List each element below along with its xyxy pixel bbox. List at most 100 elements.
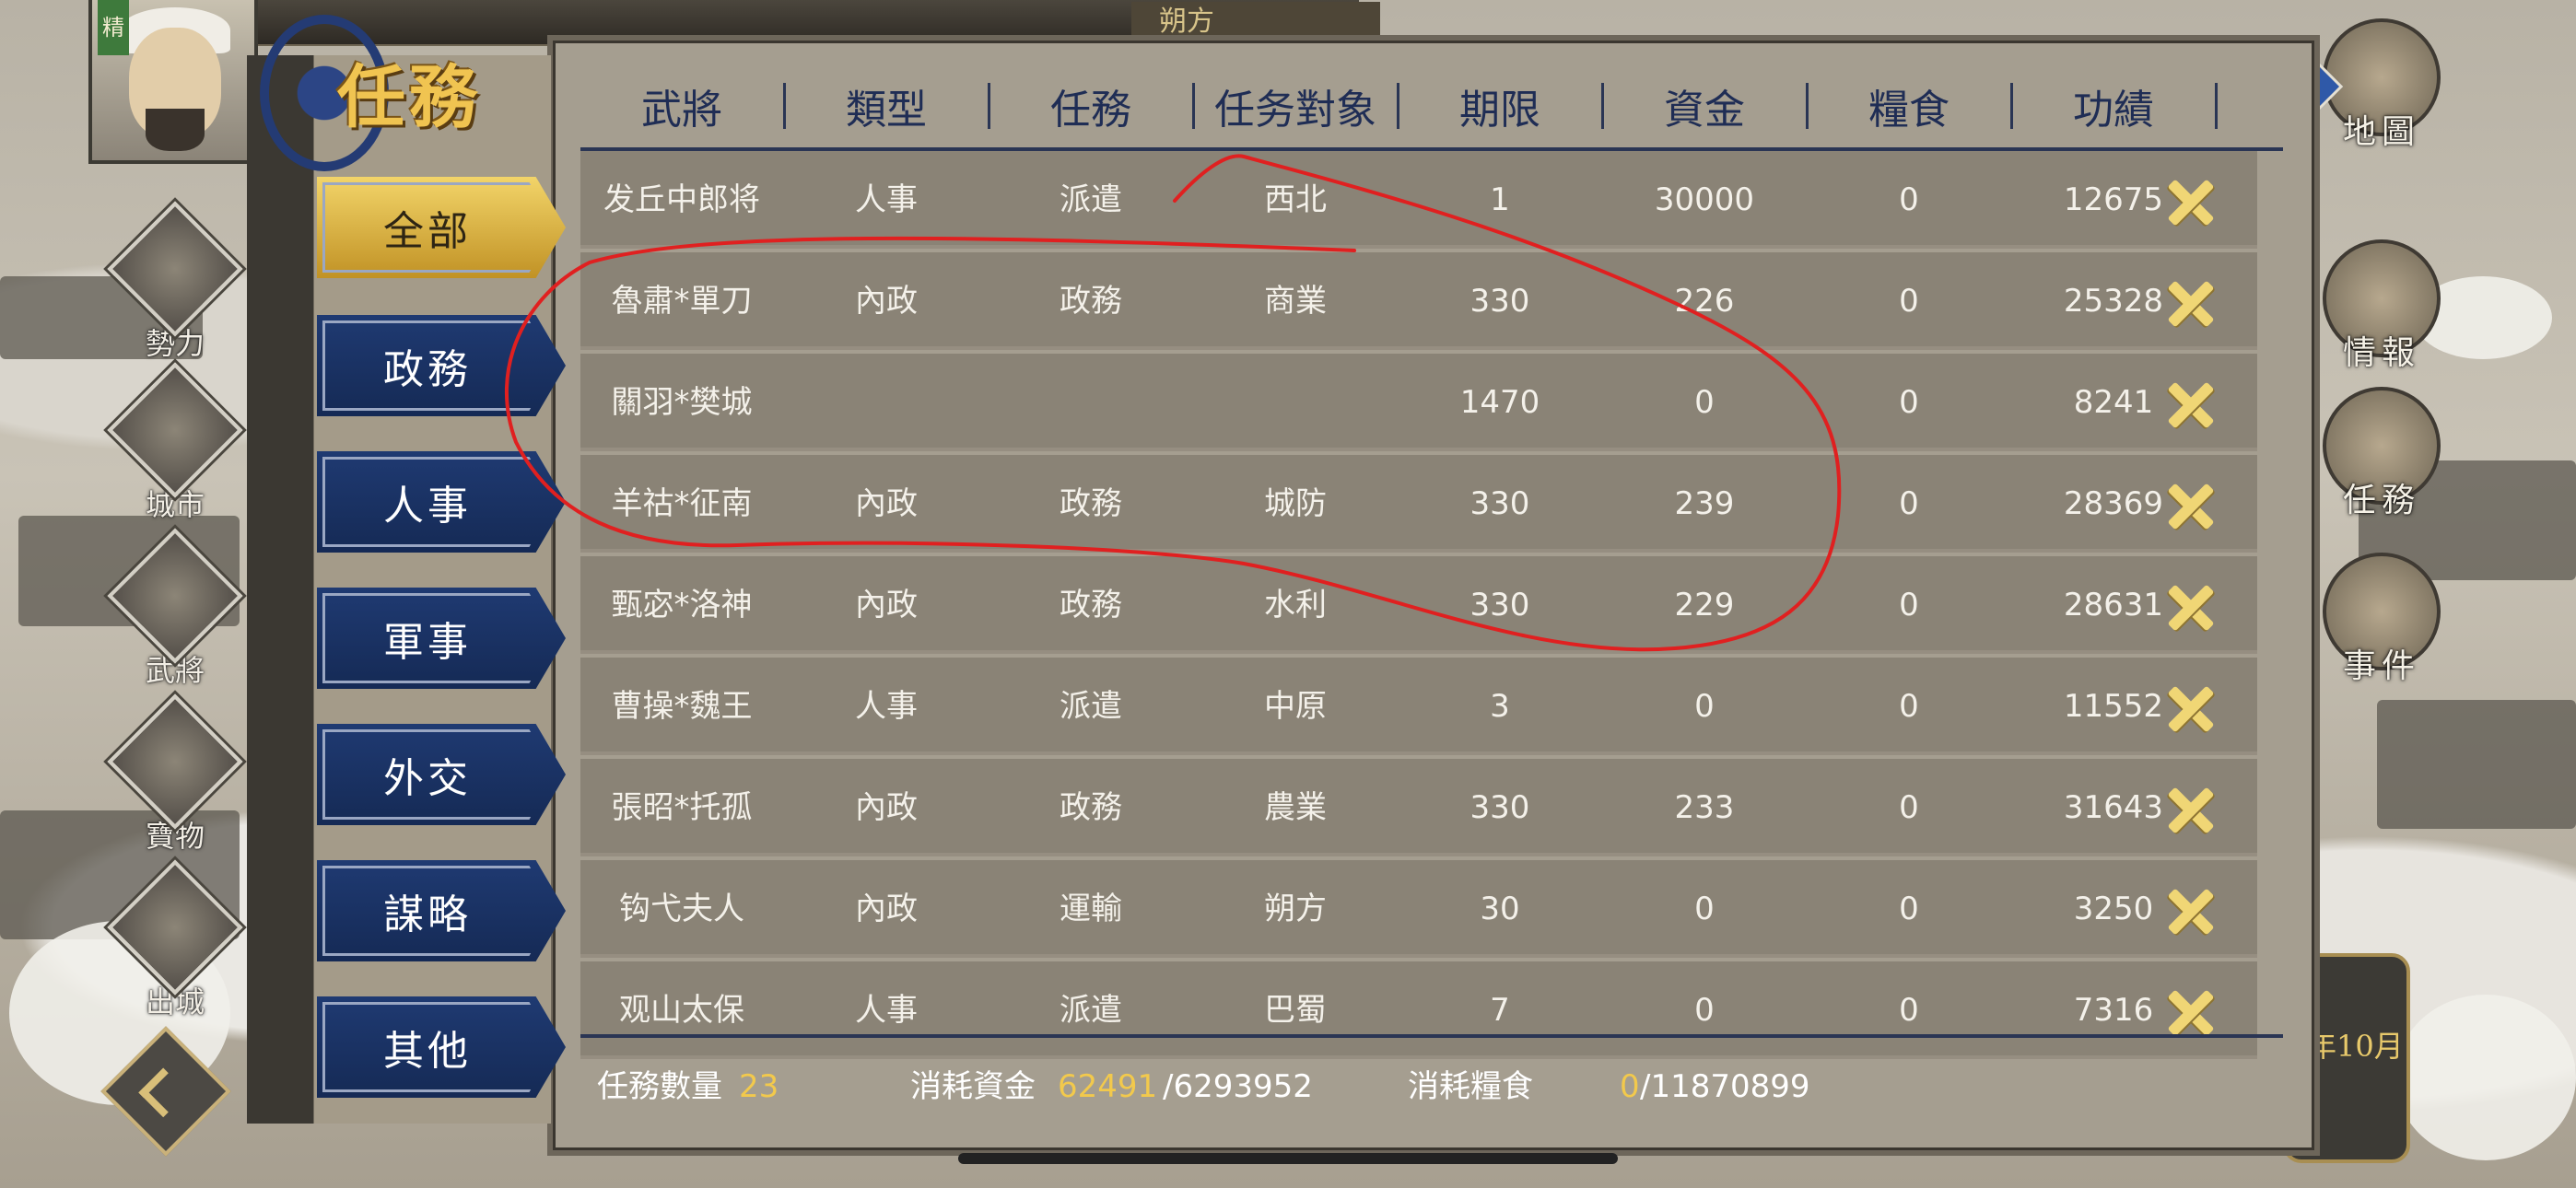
cell-food: 0 <box>1899 485 1919 522</box>
cell-term: 1470 <box>1459 384 1540 421</box>
nav-intel-label: 情報 <box>2342 334 2420 372</box>
tab-strategy[interactable]: 謀略 <box>317 860 566 961</box>
cell-term: 330 <box>1469 789 1530 826</box>
cell-general: 關羽*樊城 <box>611 384 753 421</box>
cell-target: 商業 <box>1264 283 1327 320</box>
cancel-task-icon[interactable] <box>2165 276 2217 328</box>
lord-portrait[interactable]: 精 <box>88 0 258 164</box>
cell-funds: 0 <box>1694 688 1715 725</box>
cell-funds: 229 <box>1674 587 1735 623</box>
nav-faction[interactable]: 勢力 <box>107 201 243 378</box>
cell-task <box>989 354 1192 451</box>
cancel-task-icon[interactable] <box>2165 580 2217 632</box>
calendar-date: 年10月 <box>2307 1029 2404 1064</box>
cell-food: 0 <box>1899 688 1919 725</box>
portrait-rank-tag: 精 <box>98 0 129 55</box>
table-header: 武將 類型 任務 任务對象 期限 資金 糧食 功績 <box>580 55 2283 151</box>
cell-type: 內政 <box>855 891 918 927</box>
cell-funds: 239 <box>1674 485 1735 522</box>
table-row[interactable]: 張昭*托孤 內政 政務 農業 330 233 0 31643 <box>580 759 2257 856</box>
city-icon <box>107 362 243 498</box>
task-count-value: 23 <box>739 1068 779 1105</box>
cell-food: 0 <box>1899 789 1919 826</box>
cell-task: 政務 <box>1060 283 1122 320</box>
cell-task: 政務 <box>1060 485 1122 522</box>
table-row[interactable]: 關羽*樊城 1470 0 0 8241 <box>580 354 2257 451</box>
nav-task[interactable]: 任務 <box>2313 387 2451 534</box>
cancel-task-icon[interactable] <box>2165 378 2217 429</box>
table-row[interactable]: 羊祜*征南 內政 政務 城防 330 239 0 28369 <box>580 455 2257 553</box>
panel-title: 任務 <box>337 58 481 137</box>
cell-food: 0 <box>1899 384 1919 421</box>
cell-funds: 0 <box>1694 891 1715 927</box>
column-header-funds: 資金 <box>1664 87 1745 134</box>
current-location: 朔方 <box>1131 2 1380 42</box>
cell-term: 3 <box>1490 688 1510 725</box>
cell-term: 1 <box>1490 181 1510 218</box>
tab-other[interactable]: 其他 <box>317 996 566 1098</box>
table-row[interactable]: 曹操*魏王 人事 派遣 中原 3 0 0 11552 <box>580 658 2257 755</box>
cell-term: 30 <box>1480 891 1520 927</box>
cell-target: 朔方 <box>1264 891 1327 927</box>
exit-city-icon <box>107 859 243 996</box>
column-header-term: 期限 <box>1459 87 1540 134</box>
cell-general: 观山太保 <box>619 992 744 1029</box>
column-header-merit: 功績 <box>2073 87 2154 134</box>
nav-exit-city[interactable]: 出城 <box>107 859 243 1036</box>
tab-all[interactable]: 全部 <box>317 177 566 278</box>
cell-task: 派遣 <box>1060 181 1122 218</box>
table-row[interactable]: 钩弋夫人 內政 運輸 朔方 30 0 0 3250 <box>580 860 2257 958</box>
nav-task-label: 任務 <box>2342 482 2420 519</box>
cancel-task-icon[interactable] <box>2165 479 2217 530</box>
home-indicator <box>958 1153 1618 1164</box>
food-used-label: 消耗糧食 <box>1408 1068 1533 1105</box>
cell-funds: 226 <box>1674 283 1735 320</box>
table-body[interactable]: 发丘中郎将 人事 派遣 西北 1 30000 0 12675 魯肅*單刀 內政 政務 商業 330 226… <box>580 151 2257 1081</box>
task-count-label: 任務數量 <box>597 1068 722 1105</box>
cell-task: 政務 <box>1060 789 1122 826</box>
cell-term: 330 <box>1469 283 1530 320</box>
cell-type <box>785 354 988 451</box>
chevron-left-icon <box>138 1067 189 1118</box>
nav-general[interactable]: 武將 <box>107 528 243 705</box>
cell-type: 人事 <box>855 992 918 1029</box>
cell-funds: 30000 <box>1654 181 1755 218</box>
table-row[interactable]: 魯肅*單刀 內政 政務 商業 330 226 0 25328 <box>580 252 2257 350</box>
table-row[interactable]: 观山太保 人事 派遣 巴蜀 7 0 0 7316 <box>580 961 2257 1059</box>
cell-funds: 0 <box>1694 992 1715 1029</box>
cell-task: 派遣 <box>1060 688 1122 725</box>
cell-term: 330 <box>1469 485 1530 522</box>
cancel-task-icon[interactable] <box>2165 884 2217 936</box>
table-row[interactable]: 发丘中郎将 人事 派遣 西北 1 30000 0 12675 <box>580 151 2257 249</box>
tab-politics[interactable]: 政務 <box>317 315 566 416</box>
cell-general: 发丘中郎将 <box>603 181 760 218</box>
table-footer-divider <box>580 1034 2283 1038</box>
nav-city[interactable]: 城市 <box>107 362 243 539</box>
header-divider <box>2215 83 2218 129</box>
cell-general: 曹操*魏王 <box>611 688 753 725</box>
cell-target: 水利 <box>1264 587 1327 623</box>
cancel-task-icon[interactable] <box>2165 783 2217 834</box>
nav-event[interactable]: 事件 <box>2313 553 2451 700</box>
cell-type: 內政 <box>855 587 918 623</box>
cell-target: 巴蜀 <box>1264 992 1327 1029</box>
table-row[interactable]: 甄宓*洛神 內政 政務 水利 330 229 0 28631 <box>580 556 2257 654</box>
column-header-task: 任務 <box>1050 87 1131 134</box>
task-summary-footer: 任務數量 23 消耗資金 62491 /6293952 消耗糧食 0 /1187… <box>597 1059 2255 1114</box>
nav-intel[interactable]: 情報 <box>2313 239 2451 387</box>
cancel-task-icon[interactable] <box>2165 985 2217 1037</box>
nav-event-label: 事件 <box>2342 647 2420 685</box>
cell-general: 甄宓*洛神 <box>611 587 753 623</box>
cell-funds: 233 <box>1674 789 1735 826</box>
cell-type: 內政 <box>855 283 918 320</box>
tab-diplomacy[interactable]: 外交 <box>317 724 566 825</box>
food-used-value: 0 <box>1620 1068 1640 1105</box>
tab-military[interactable]: 軍事 <box>317 588 566 689</box>
cancel-task-icon[interactable] <box>2165 175 2217 227</box>
tab-strategy-label: 謀略 <box>383 891 472 938</box>
nav-treasure[interactable]: 寶物 <box>107 693 243 870</box>
cancel-task-icon[interactable] <box>2165 681 2217 733</box>
cell-task: 運輸 <box>1060 891 1122 927</box>
tab-personnel[interactable]: 人事 <box>317 451 566 553</box>
cell-target <box>1194 354 1397 451</box>
